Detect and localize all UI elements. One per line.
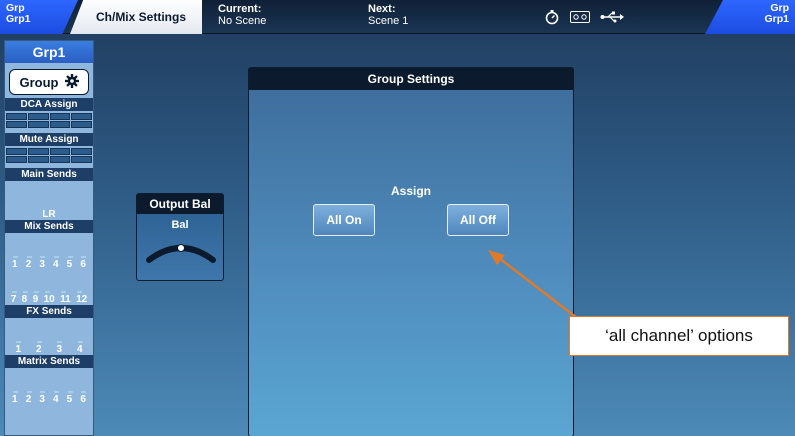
annotation-arrow — [488, 250, 578, 319]
annotation-callout: ‘all channel’ options — [569, 316, 789, 356]
